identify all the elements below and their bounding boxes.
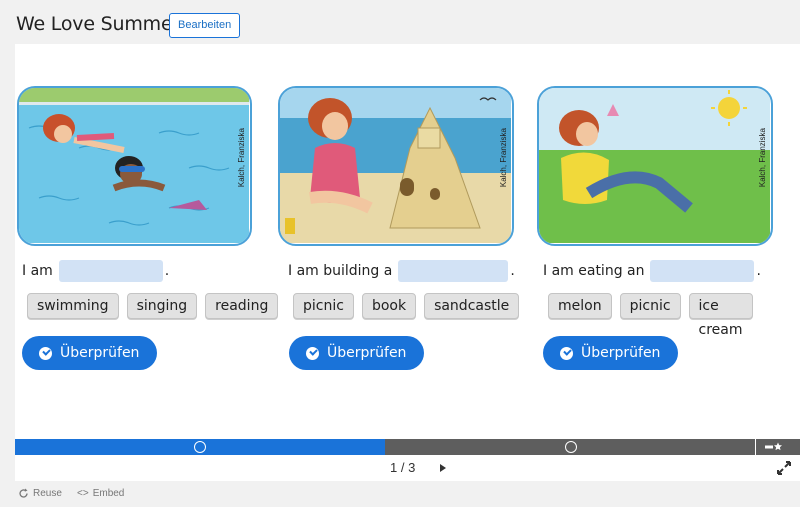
image-credit: Kalch, Franziska <box>237 128 246 188</box>
sentence-suffix: . <box>510 263 515 279</box>
option-chip[interactable]: singing <box>126 293 198 319</box>
slide-marker-2[interactable] <box>565 441 577 453</box>
ice-cream-illustration: Kalch, Franziska <box>537 86 773 246</box>
option-chip[interactable]: ice cream <box>688 293 753 338</box>
option-chip[interactable]: picnic <box>293 293 354 319</box>
swimming-illustration: Kalch, Franziska <box>17 86 252 246</box>
check-button[interactable]: Überprüfen <box>22 336 158 370</box>
summary-star-icon[interactable] <box>756 439 785 455</box>
reuse-link[interactable]: Reuse <box>18 488 62 499</box>
embed-link[interactable]: <> Embed <box>77 488 124 499</box>
sentence-suffix: . <box>164 263 170 279</box>
reuse-icon <box>19 488 28 498</box>
content-stage: Kalch, Franziska I am . swimming singing… <box>15 44 800 439</box>
check-circle-icon <box>560 346 573 360</box>
answer-drop-zone[interactable] <box>58 260 163 282</box>
sentence-prefix: I am <box>22 263 53 279</box>
check-circle-icon <box>39 346 52 360</box>
header: We Love Summer Bearbeiten <box>0 0 800 44</box>
slide-counter: 1 / 3 <box>390 460 415 475</box>
total-slides: 3 <box>408 460 416 475</box>
reuse-label: Reuse <box>33 488 62 499</box>
slide-marker-1[interactable] <box>194 441 206 453</box>
sentence-prefix: I am building a <box>288 263 393 279</box>
sandcastle-illustration: Kalch, Franziska <box>278 86 514 246</box>
page-title: We Love Summer <box>16 13 181 35</box>
check-label: Überprüfen <box>581 345 661 361</box>
sentence-2: I am building a . <box>288 260 515 282</box>
check-label: Überprüfen <box>60 345 140 361</box>
current-slide: 1 <box>390 460 398 475</box>
answer-drop-zone[interactable] <box>398 260 509 282</box>
check-button[interactable]: Überprüfen <box>543 336 679 370</box>
answer-options-1: swimming singing reading <box>27 293 279 319</box>
image-credit: Kalch, Franziska <box>499 128 508 188</box>
slide-separator: / <box>400 460 405 475</box>
answer-drop-zone[interactable] <box>650 260 755 282</box>
edit-button[interactable]: Bearbeiten <box>169 13 241 38</box>
footer: Reuse <> Embed <box>0 481 800 507</box>
check-circle-icon <box>306 346 319 360</box>
next-arrow-icon[interactable] <box>440 464 446 472</box>
image-credit: Kalch, Franziska <box>758 128 767 188</box>
sentence-prefix: I am eating an <box>543 263 645 279</box>
fullscreen-icon[interactable] <box>775 459 793 477</box>
option-chip[interactable]: reading <box>205 293 279 319</box>
answer-options-3: melon picnic ice cream <box>548 293 753 338</box>
sentence-1: I am . <box>22 260 169 282</box>
option-chip[interactable]: swimming <box>27 293 119 319</box>
answer-options-2: picnic book sandcastle <box>293 293 520 319</box>
option-chip[interactable]: picnic <box>619 293 681 319</box>
sentence-suffix: . <box>756 263 761 279</box>
embed-label: Embed <box>92 488 125 499</box>
embed-icon: <> <box>77 488 89 499</box>
check-label: Überprüfen <box>327 345 407 361</box>
option-chip[interactable]: melon <box>548 293 612 319</box>
option-chip[interactable]: book <box>361 293 417 319</box>
check-button[interactable]: Überprüfen <box>289 336 425 370</box>
option-chip[interactable]: sandcastle <box>424 293 520 319</box>
slide-navigation: 1 / 3 <box>15 455 800 481</box>
sentence-3: I am eating an . <box>543 260 761 282</box>
progress-bar[interactable] <box>15 439 800 455</box>
